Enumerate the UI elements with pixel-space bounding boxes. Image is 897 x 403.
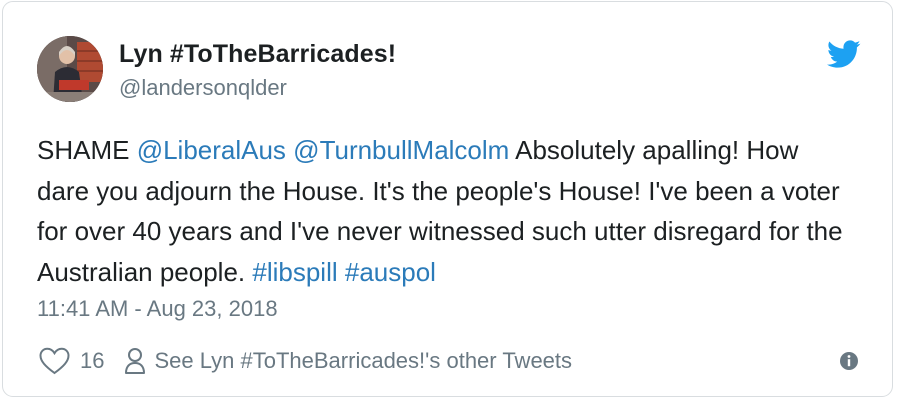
profile-link[interactable]: See Lyn #ToTheBarricades!'s other Tweets [124, 347, 572, 375]
hashtag-link[interactable]: #auspol [345, 257, 436, 287]
info-icon[interactable] [839, 351, 859, 371]
heart-icon [39, 347, 70, 375]
mention-link[interactable]: @LiberalAus [137, 135, 286, 165]
tweet-card: Lyn #ToTheBarricades! @landersonqlder SH… [2, 1, 893, 397]
profile-photo [37, 36, 103, 102]
author-display-name[interactable]: Lyn #ToTheBarricades! [119, 40, 396, 69]
person-icon [125, 348, 146, 374]
like-button[interactable]: 16 [39, 347, 104, 375]
tweet-text-segment [338, 257, 345, 287]
tweet-text: SHAME @LiberalAus @TurnbullMalcolm Absol… [37, 130, 857, 292]
avatar[interactable] [37, 36, 103, 102]
author-handle[interactable]: @landersonqlder [119, 75, 287, 101]
tweet-text-segment: SHAME [37, 135, 137, 165]
twitter-bird-icon[interactable] [827, 40, 861, 70]
hashtag-link[interactable]: #libspill [252, 257, 337, 287]
like-count: 16 [80, 348, 105, 373]
profile-link-label: See Lyn #ToTheBarricades!'s other Tweets [154, 348, 573, 373]
tweet-actions: 16 See Lyn #ToTheBarricades!'s other Twe… [39, 344, 572, 378]
tweet-timestamp[interactable]: 11:41 AM - Aug 23, 2018 [37, 296, 278, 322]
mention-link[interactable]: @TurnbullMalcolm [293, 135, 509, 165]
